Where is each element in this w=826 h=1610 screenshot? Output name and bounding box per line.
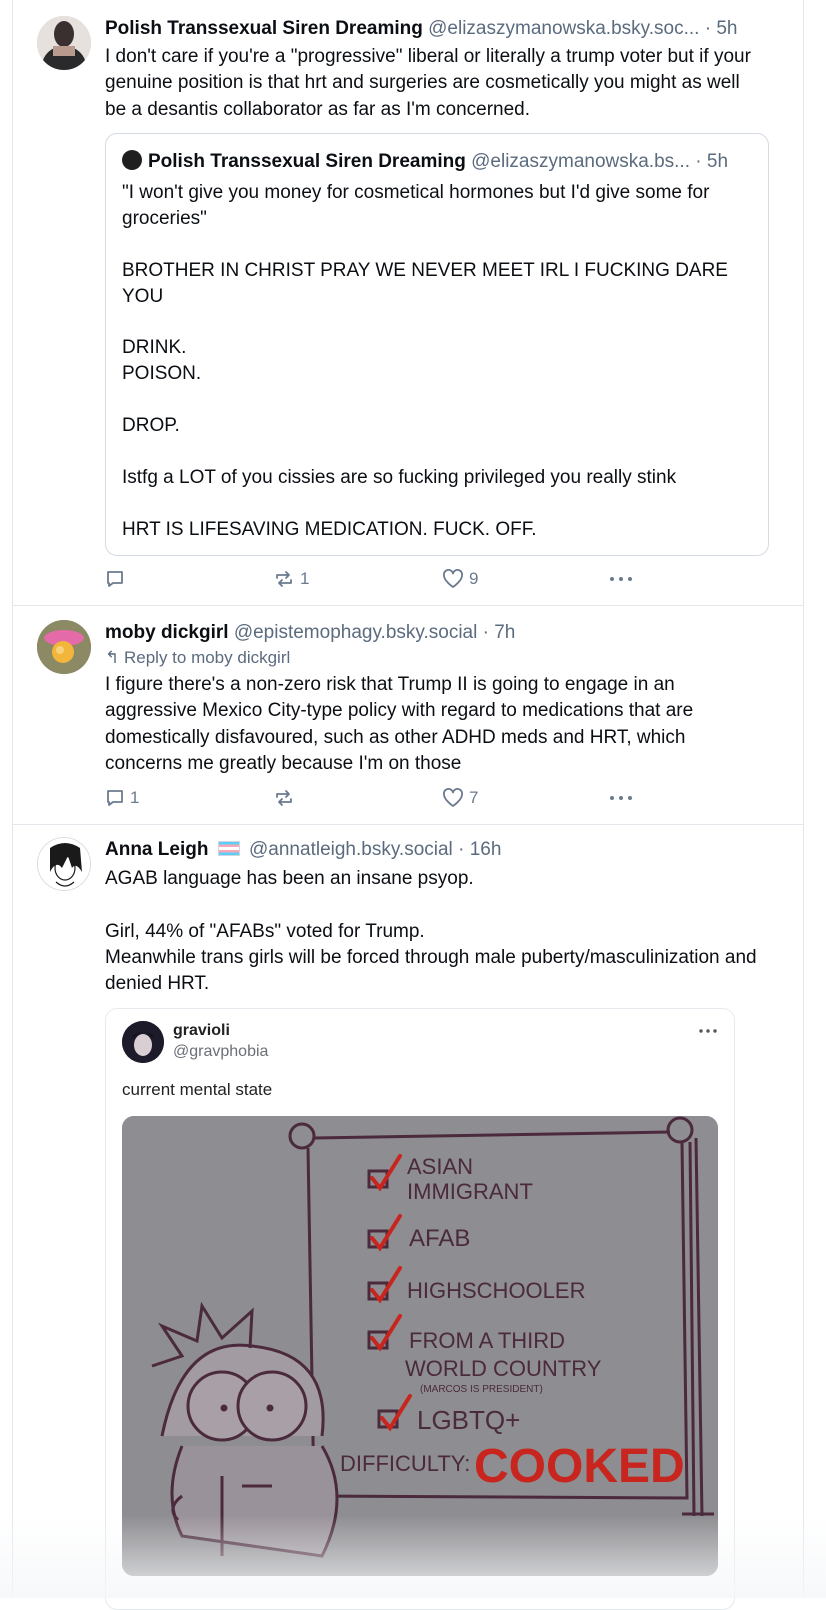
like-count: 7 <box>469 788 479 807</box>
author-name[interactable]: moby dickgirl <box>105 622 229 643</box>
separator: · <box>695 151 702 172</box>
repost-button[interactable]: 1 <box>273 567 309 591</box>
post-actions: 1 9 <box>105 567 665 591</box>
comic-item-4: HIGHSCHOOLER <box>407 1278 585 1303</box>
avatar[interactable] <box>37 16 91 70</box>
repost-icon <box>276 790 292 806</box>
post-2[interactable]: moby dickgirl @epistemophagy.bsky.social… <box>13 606 803 825</box>
heart-icon <box>443 788 463 807</box>
post-header: moby dickgirl @epistemophagy.bsky.social… <box>105 621 783 645</box>
post-actions: 1 7 <box>105 786 665 810</box>
post-text: AGAB language has been an insane psyop. … <box>105 868 757 995</box>
more-icon <box>610 577 632 581</box>
reply-button[interactable]: 1 <box>105 786 139 810</box>
post-1[interactable]: Polish Transsexual Siren Dreaming @eliza… <box>13 0 803 606</box>
post-header: Polish Transsexual Siren Dreaming @eliza… <box>105 17 783 41</box>
comic-item-5: FROM A THIRD <box>409 1328 565 1353</box>
bottom-fade <box>0 1515 826 1598</box>
embed-caption: current mental state <box>122 1080 273 1099</box>
quote-header: Polish Transsexual Siren Dreaming @eliza… <box>122 150 752 174</box>
reply-button[interactable] <box>105 567 130 591</box>
separator: · <box>482 622 489 643</box>
comic-drawing: ASIAN IMMIGRANT AFAB HIGHSCHOOLER FROM A… <box>122 1116 718 1576</box>
timestamp[interactable]: 7h <box>494 622 515 643</box>
author-handle[interactable]: @elizaszymanowska.bsky.soc... <box>428 18 699 39</box>
comic-item-8: LGBTQ+ <box>417 1405 520 1435</box>
author-handle[interactable]: @epistemophagy.bsky.social <box>234 622 478 643</box>
comic-difficulty-value: COOKED <box>474 1440 685 1493</box>
comic-image[interactable]: ASIAN IMMIGRANT AFAB HIGHSCHOOLER FROM A… <box>122 1116 718 1576</box>
embed-avatar <box>122 1021 164 1063</box>
embed-author-handle: @gravphobia <box>173 1043 269 1060</box>
avatar[interactable] <box>37 620 91 674</box>
feed: Polish Transsexual Siren Dreaming @eliza… <box>12 0 804 1610</box>
comic-item-6: WORLD COUNTRY <box>405 1356 602 1381</box>
comic-difficulty-label: DIFFICULTY: <box>340 1451 470 1476</box>
repost-button[interactable] <box>273 786 300 810</box>
timestamp[interactable]: 5h <box>716 18 737 39</box>
more-icon <box>610 796 632 800</box>
timestamp[interactable]: 16h <box>470 839 502 860</box>
comic-item-3: AFAB <box>409 1225 470 1252</box>
author-name[interactable]: Anna Leigh <box>105 839 208 860</box>
quote-author-name: Polish Transsexual Siren Dreaming <box>148 151 466 172</box>
reply-to-label: Reply to moby dickgirl <box>123 648 291 667</box>
post-3[interactable]: Anna Leigh @annatleigh.bsky.social · 16h… <box>13 825 803 1610</box>
repost-icon <box>276 571 292 587</box>
quoted-post[interactable]: Polish Transsexual Siren Dreaming @eliza… <box>105 133 769 556</box>
reply-context[interactable]: ↰ Reply to moby dickgirl <box>105 647 290 669</box>
like-count: 9 <box>469 569 479 588</box>
repost-count: 1 <box>300 569 310 588</box>
more-options-button[interactable] <box>608 567 634 591</box>
quote-author-handle: @elizaszymanowska.bs... <box>471 151 690 172</box>
post-text: I figure there's a non-zero risk that Tr… <box>105 674 699 774</box>
comic-item-7: (MARCOS IS PRESIDENT) <box>420 1384 543 1395</box>
reply-icon <box>107 571 123 587</box>
post-header: Anna Leigh @annatleigh.bsky.social · 16h <box>105 838 783 862</box>
quote-timestamp: 5h <box>706 151 729 172</box>
author-handle[interactable]: @annatleigh.bsky.social <box>249 839 453 860</box>
reply-icon <box>107 790 123 806</box>
separator: · <box>704 18 712 39</box>
quote-text: "I won't give you money for cosmetical h… <box>122 182 728 540</box>
like-button[interactable]: 7 <box>442 786 478 810</box>
embed-author-name: gravioli <box>173 1022 230 1039</box>
quote-avatar <box>122 150 142 170</box>
separator: · <box>458 839 465 860</box>
author-name[interactable]: Polish Transsexual Siren Dreaming <box>105 18 423 39</box>
reply-count: 1 <box>130 788 140 807</box>
more-options-button[interactable] <box>608 786 634 810</box>
comic-item-1: ASIAN <box>407 1154 473 1179</box>
heart-icon <box>443 569 463 588</box>
reply-arrow-icon: ↰ <box>105 648 120 667</box>
post-text: I don't care if you're a "progressive" l… <box>105 46 757 120</box>
avatar[interactable] <box>37 837 91 891</box>
embed-more-icon[interactable] <box>698 1023 718 1044</box>
trans-flag-icon <box>217 841 240 856</box>
like-button[interactable]: 9 <box>442 567 478 591</box>
comic-item-2: IMMIGRANT <box>407 1179 533 1204</box>
